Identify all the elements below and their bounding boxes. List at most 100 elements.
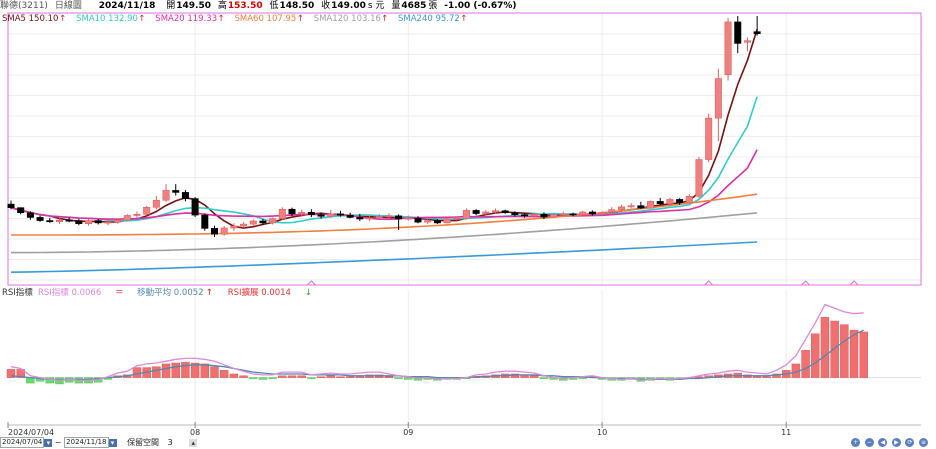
x-tick-label: 11 — [781, 428, 791, 437]
candle-body — [346, 214, 354, 218]
candle-body — [191, 198, 199, 216]
rsi-bar — [152, 366, 161, 378]
candle-body — [550, 214, 558, 218]
rsi-bar — [287, 375, 297, 378]
scroll-left-icon[interactable]: ◀ — [878, 438, 888, 447]
stock-chart[interactable]: SMA5 150.10 ↑ SMA10 132.90 ↑ SMA20 119.33 ↑ SM… — [0, 0, 936, 437]
candle-body — [220, 227, 228, 235]
candle-body — [443, 218, 451, 224]
legend-sma120: SMA120 103.16 — [314, 14, 381, 24]
candle-body — [637, 205, 645, 209]
rsi-bar — [830, 320, 839, 378]
candle-body — [491, 210, 499, 213]
candle-body — [540, 214, 548, 218]
sma-lines — [10, 29, 758, 273]
legend-sma240: SMA240 95.72 — [398, 14, 460, 24]
legend-arrow: ↑ — [460, 14, 467, 24]
candle-body — [114, 219, 122, 223]
start-date-field[interactable]: 2024/07/04 — [0, 437, 45, 448]
rsi-bar — [258, 377, 268, 380]
legend-sma20: SMA20 119.33 — [155, 14, 217, 24]
rsi-bar — [278, 375, 287, 378]
rsi-legend-arrow: ↑ — [206, 288, 213, 298]
rsi-bar — [384, 376, 394, 378]
candle-body — [317, 214, 325, 217]
candle-body — [249, 220, 257, 225]
rsi-bar — [210, 366, 219, 378]
candle-body — [94, 220, 102, 224]
candle-body — [356, 217, 364, 220]
range-separator: ~ — [54, 438, 62, 447]
candle-body — [46, 220, 54, 223]
rsi-bar — [404, 377, 413, 380]
candle-body — [617, 206, 625, 210]
sma-line-sma240 — [10, 241, 758, 273]
rsi-bar — [249, 377, 258, 379]
candle-body — [656, 201, 664, 205]
rsi-bar — [820, 317, 830, 378]
candle-body — [298, 212, 306, 215]
candle-body — [482, 211, 490, 214]
rsi-legend-item: RSI擴展 0.0014 — [228, 287, 291, 298]
candle-body — [666, 199, 674, 205]
candle-body — [501, 210, 509, 214]
candle-body — [433, 220, 441, 224]
stepper-icon[interactable]: ▴ — [189, 438, 198, 447]
candle-body — [598, 212, 606, 215]
zoom-out-icon[interactable]: − — [864, 438, 874, 447]
rsi-bar — [307, 377, 316, 379]
rsi-bar — [200, 363, 210, 378]
legend-sma60: SMA60 107.95 — [235, 14, 297, 24]
rsi-bar — [316, 376, 326, 378]
rsi-legend-item: 移動平均 0.0052 — [137, 287, 203, 298]
candle-body — [685, 196, 693, 203]
rsi-bar — [171, 362, 180, 378]
candle-body — [327, 213, 335, 217]
settings-icon[interactable]: ≡ — [919, 438, 928, 447]
candle-body — [366, 217, 374, 220]
rsi-bar — [326, 375, 335, 378]
candle-body — [627, 205, 635, 208]
rsi-title: RSI指標 — [2, 287, 33, 298]
candle-body — [201, 214, 209, 229]
candle-body — [181, 192, 189, 199]
rsi-bar — [229, 373, 239, 378]
scroll-right-icon[interactable]: ▶ — [891, 438, 901, 447]
candle-body — [472, 210, 480, 214]
legend-arrow: ↑ — [381, 14, 388, 24]
candle-body — [414, 217, 422, 223]
candle-body — [462, 210, 470, 219]
event-marker — [849, 280, 859, 286]
keep-space-value[interactable]: 3 — [168, 438, 173, 447]
refresh-icon[interactable]: ⟳ — [905, 438, 915, 447]
x-axis: 2024/07/04 08 09 10 11 — [7, 422, 921, 437]
rsi-bar — [336, 376, 345, 378]
bottom-toolbar: 2024/07/04 ▾ ~ 2024/11/18 ▾ 保留空間 3 ▴ + − ◀… — [0, 437, 936, 449]
legend-arrow: ↑ — [218, 14, 225, 24]
price-panel-border — [7, 12, 922, 286]
zoom-in-icon[interactable]: + — [851, 438, 861, 447]
legend-arrow: ↑ — [297, 14, 304, 24]
rsi-bar — [840, 324, 849, 378]
candle-body — [26, 212, 34, 218]
candle-body — [579, 211, 587, 215]
candles[interactable] — [7, 16, 859, 286]
end-date-field[interactable]: 2024/11/18 — [64, 437, 109, 448]
rsi-legend-item: RSI指標 0.0066 — [38, 287, 101, 298]
candle-body — [734, 21, 742, 44]
calendar-icon[interactable]: ▾ — [108, 438, 117, 447]
x-tick-label: 10 — [597, 428, 607, 437]
candle-body — [230, 225, 238, 229]
legend-sma10: SMA10 132.90 — [76, 14, 138, 24]
candle-body — [259, 220, 267, 224]
candle-body — [133, 214, 141, 216]
calendar-icon[interactable]: ▾ — [44, 438, 53, 447]
legend-arrow: ↑ — [59, 14, 66, 24]
rsi-bar — [181, 361, 190, 378]
candle-body — [143, 206, 151, 215]
rsi-panel[interactable] — [6, 303, 921, 385]
x-tick-label: 09 — [403, 428, 413, 437]
rsi-bar — [132, 367, 142, 378]
rsi-legend: RSI指標 RSI指標 0.0066 ＝ 移動平均 0.0052 ↑ RSI擴展 0.00… — [2, 287, 312, 298]
rsi-bar — [539, 377, 549, 379]
